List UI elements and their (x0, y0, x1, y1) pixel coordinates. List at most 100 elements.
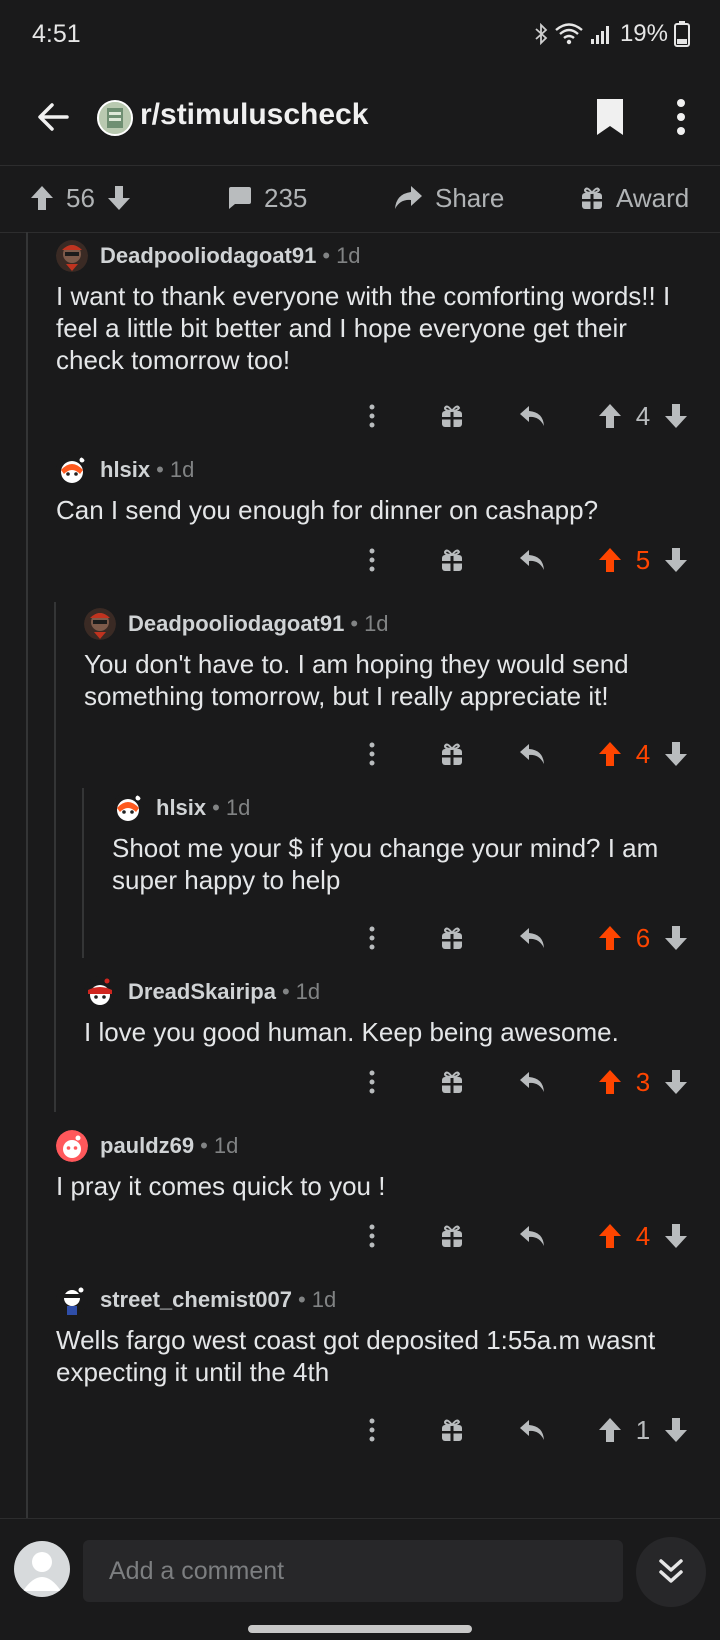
comment-award-button[interactable] (432, 1062, 472, 1102)
comment-upvote-button[interactable] (590, 1216, 630, 1256)
subreddit-avatar[interactable] (97, 100, 133, 136)
comment-upvote-button[interactable] (590, 1062, 630, 1102)
comment-more-button[interactable] (352, 1216, 392, 1256)
comment-body: I love you good human. Keep being awesom… (84, 1017, 619, 1047)
comment: hlsix • 1d Can I send you enough for dinner… (56, 452, 696, 582)
comments-button[interactable]: 235 (226, 178, 307, 218)
comment-upvote-button[interactable] (590, 540, 630, 580)
reply-icon (520, 928, 544, 948)
comment-username[interactable]: hlsix (156, 795, 206, 821)
comment-username[interactable]: Deadpooliodagoat91 (100, 243, 316, 269)
comment-upvote-button[interactable] (590, 396, 630, 436)
comment-more-button[interactable] (352, 396, 392, 436)
comment-avatar[interactable] (84, 976, 116, 1008)
comment-upvote-button[interactable] (590, 1410, 630, 1450)
comment-more-button[interactable] (352, 1410, 392, 1450)
more-vertical-icon (369, 1418, 375, 1442)
comment-reply-button[interactable] (512, 1062, 552, 1102)
award-icon (442, 743, 462, 765)
downvote-icon (665, 1070, 687, 1094)
comment-award-button[interactable] (432, 540, 472, 580)
award-icon (582, 187, 602, 209)
comment-award-button[interactable] (432, 396, 472, 436)
comment-composer-bar (0, 1518, 720, 1640)
comment-upvote-button[interactable] (590, 918, 630, 958)
comment-upvote-button[interactable] (590, 734, 630, 774)
comment-avatar[interactable] (56, 1284, 88, 1316)
comment-reply-button[interactable] (512, 396, 552, 436)
current-user-avatar[interactable] (14, 1541, 70, 1597)
comment-avatar[interactable] (56, 1130, 88, 1162)
user-icon (23, 1552, 61, 1591)
reply-icon (520, 406, 544, 426)
upvote-icon (599, 404, 621, 428)
comment-award-button[interactable] (432, 1410, 472, 1450)
save-button[interactable] (590, 95, 630, 139)
comment-reply-button[interactable] (512, 1410, 552, 1450)
comment-avatar[interactable] (56, 454, 88, 486)
comment-award-button[interactable] (432, 1216, 472, 1256)
comment-separator: • (212, 795, 220, 820)
wifi-icon (555, 23, 583, 45)
signal-icon (590, 26, 609, 44)
comment-header: DreadSkairipa • 1d (84, 974, 696, 1010)
next-comment-button[interactable] (636, 1537, 706, 1607)
comment-more-button[interactable] (352, 1062, 392, 1102)
comment-separator: • (156, 457, 164, 482)
comment-score: 4 (635, 1220, 651, 1251)
comment-separator: • (322, 243, 331, 268)
comment-username[interactable]: street_chemist007 (100, 1287, 292, 1313)
comment-downvote-button[interactable] (656, 1410, 696, 1450)
comment-actions: 4 (352, 1216, 696, 1256)
comment-username[interactable]: pauldz69 (100, 1133, 194, 1159)
comment-reply-button[interactable] (512, 1216, 552, 1256)
back-arrow-icon (38, 103, 69, 131)
comment-reply-button[interactable] (512, 540, 552, 580)
subreddit-name[interactable]: r/stimuluscheck (140, 98, 368, 132)
comment-reply-button[interactable] (512, 918, 552, 958)
battery-percent: 19% (619, 20, 668, 47)
downvote-icon[interactable] (107, 185, 131, 211)
more-options-button[interactable] (664, 95, 698, 139)
comment-timestamp: 1d (364, 611, 389, 636)
award-icon (442, 1419, 462, 1441)
comment-actions: 4 (352, 396, 696, 436)
more-vertical-icon (369, 548, 375, 572)
comment-score: 4 (635, 738, 651, 769)
comment: street_chemist007 • 1d Wells fargo west coa… (56, 1282, 696, 1452)
comment-award-button[interactable] (432, 734, 472, 774)
comment-award-button[interactable] (432, 918, 472, 958)
award-button[interactable]: Award (580, 178, 689, 218)
comment-more-button[interactable] (352, 918, 392, 958)
comment: hlsix • 1d Shoot me your $ if you change yo… (112, 790, 696, 960)
comment-actions: 5 (352, 540, 696, 580)
comment-separator: • (200, 1133, 208, 1158)
comment-downvote-button[interactable] (656, 540, 696, 580)
bluetooth-icon (535, 23, 548, 45)
comment-score: 4 (635, 400, 651, 431)
add-comment-input[interactable] (83, 1540, 623, 1602)
comment-score: 6 (635, 922, 651, 953)
comment-avatar[interactable] (112, 792, 144, 824)
comment-downvote-button[interactable] (656, 1062, 696, 1102)
comment-username[interactable]: Deadpooliodagoat91 (128, 611, 344, 637)
upvote-icon[interactable] (30, 185, 54, 211)
comment-reply-button[interactable] (512, 734, 552, 774)
comment-username[interactable]: hlsix (100, 457, 150, 483)
comment-actions: 4 (352, 734, 696, 774)
comment-downvote-button[interactable] (656, 1216, 696, 1256)
share-button[interactable]: Share (393, 178, 504, 218)
comment-downvote-button[interactable] (656, 734, 696, 774)
comment-timestamp: 1d (336, 243, 361, 268)
comment-body: Wells fargo west coast got deposited 1:5… (56, 1325, 663, 1387)
comment-avatar[interactable] (84, 608, 116, 640)
comment-downvote-button[interactable] (656, 918, 696, 958)
comment-more-button[interactable] (352, 734, 392, 774)
comment-username[interactable]: DreadSkairipa (128, 979, 276, 1005)
upvote-icon (599, 548, 621, 572)
back-button[interactable] (28, 92, 78, 142)
comment-more-button[interactable] (352, 540, 392, 580)
comment-avatar[interactable] (56, 240, 88, 272)
downvote-icon (665, 1418, 687, 1442)
comment-downvote-button[interactable] (656, 396, 696, 436)
